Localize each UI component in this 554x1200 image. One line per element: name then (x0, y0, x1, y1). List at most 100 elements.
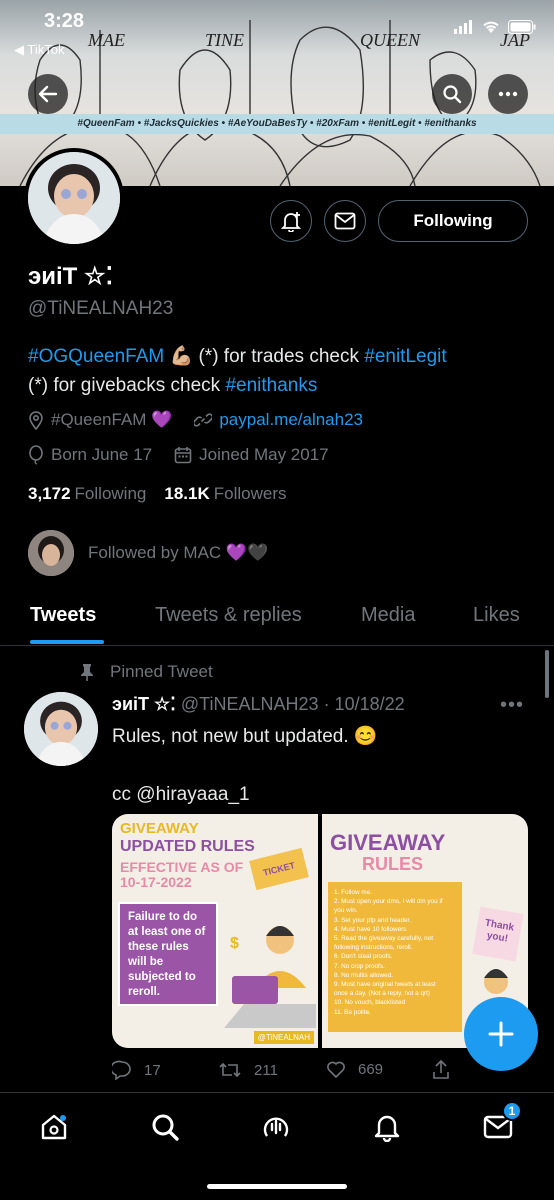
joined-date: Joined May 2017 (174, 445, 329, 465)
pin-icon (81, 664, 93, 681)
avatar-photo (28, 152, 120, 244)
bio-text-2: (*) for givebacks check (28, 375, 226, 396)
tweet-author-name[interactable]: эиiT ☆⁚ (112, 694, 176, 714)
search-button[interactable] (432, 74, 472, 114)
tweet-author-avatar[interactable] (24, 692, 98, 766)
reply-icon (112, 1060, 131, 1080)
scrollbar[interactable] (545, 650, 549, 698)
media-right-subtitle: RULES (362, 854, 424, 874)
retweet-action[interactable]: 211 (218, 1060, 278, 1080)
birthday-text: Born June 17 (51, 445, 153, 464)
search-icon (152, 1114, 179, 1141)
bell-icon (374, 1115, 400, 1142)
nav-notifications[interactable] (367, 1107, 407, 1147)
bio-hashtag-enithanks[interactable]: #enithanks (225, 375, 317, 396)
website[interactable]: paypal.me/alnah23 (194, 410, 363, 430)
search-icon (443, 85, 462, 104)
following-button[interactable]: Following (378, 200, 528, 242)
share-icon (433, 1060, 449, 1079)
plus-icon (488, 1021, 514, 1047)
nav-messages[interactable]: 1 (478, 1101, 522, 1147)
rule-item: 11. Be polite. (334, 1008, 371, 1016)
balloon-icon (29, 445, 43, 465)
rule-item: 2. Must open your dms, I will dm you if (334, 898, 443, 906)
like-action[interactable]: 669 (326, 1060, 383, 1078)
rule-item: 1. Follow me. (334, 889, 373, 896)
rule-item: 9. Must have original tweets at least (334, 981, 436, 989)
location-text: #QueenFAM 💜 (51, 410, 173, 429)
pinned-tweet-label: Pinned Tweet (80, 662, 213, 682)
display-name: эиiT ☆⁚ (28, 263, 114, 290)
thank-you-note: Thank you! (472, 906, 524, 962)
tab-tweets-replies[interactable]: Tweets & replies (155, 604, 302, 627)
profile-meta-row-2: Born June 17 Joined May 2017 (28, 445, 351, 465)
svg-text:$: $ (230, 935, 239, 952)
retweet-icon (219, 1062, 241, 1078)
location-pin-icon (29, 411, 43, 430)
website-link[interactable]: paypal.me/alnah23 (219, 410, 363, 430)
reply-action[interactable]: 17 (112, 1060, 161, 1080)
followed-by-text: Followed by MAC 💜🖤 (88, 543, 269, 562)
profile-tabs: Tweets Tweets & replies Media Likes (0, 590, 554, 646)
arrow-left-icon (38, 85, 58, 103)
profile-bio: #OGQueenFAM 💪🏼 (*) for trades check #eni… (28, 342, 538, 400)
back-button[interactable] (28, 74, 68, 114)
media-left-subtitle: UPDATED RULES (120, 838, 255, 855)
following-count-link[interactable]: 3,172 Following (28, 484, 146, 504)
bio-hashtag-enitlegit[interactable]: #enitLegit (364, 346, 446, 367)
back-to-tiktok-link[interactable]: ◀ TikTok (14, 42, 64, 58)
spaces-icon (263, 1117, 289, 1137)
nav-spaces[interactable] (256, 1107, 296, 1147)
nav-search[interactable] (145, 1107, 185, 1147)
banner-label-1: MAE (87, 30, 125, 50)
following-label: Following (74, 484, 147, 503)
signal-icon (454, 20, 472, 34)
rule-item: following instructions, reroll. (334, 944, 413, 952)
rule-item: 4. Must have 10 followers (334, 925, 407, 933)
message-button[interactable] (324, 200, 366, 242)
media-image-updated-rules[interactable]: GIVEAWAY UPDATED RULES EFFECTIVE AS OF 1… (112, 814, 318, 1048)
home-indicator[interactable] (207, 1184, 347, 1189)
nav-home[interactable] (34, 1107, 74, 1147)
envelope-icon (334, 212, 356, 230)
following-count: 3,172 (28, 484, 71, 503)
tweet-date[interactable]: · 10/18/22 (324, 694, 405, 714)
joined-text: Joined May 2017 (199, 445, 329, 464)
more-options-button[interactable] (488, 74, 528, 114)
profile-avatar[interactable] (24, 148, 124, 248)
tab-tweets[interactable]: Tweets (30, 604, 96, 627)
retweet-count: 211 (254, 1061, 278, 1079)
follow-counts: 3,172 Following 18.1K Followers (28, 484, 286, 504)
media-left-handle: @TiNEALNAH (253, 1031, 314, 1044)
media-left-effective: EFFECTIVE AS OF 10-17-2022 (120, 859, 244, 890)
share-action[interactable] (432, 1060, 450, 1080)
tweet-avatar-photo (24, 692, 98, 766)
bio-hashtag-ogqueenfam[interactable]: #OGQueenFAM (28, 346, 164, 367)
followers-label: Followers (213, 484, 287, 503)
link-icon (194, 413, 213, 427)
tweet-engagement-bar: 17 211 669 (112, 1060, 452, 1084)
birthday: Born June 17 (28, 445, 152, 465)
tweet-header: эиiT ☆⁚ @TiNEALNAH23 · 10/18/22 (112, 694, 405, 715)
ellipsis-icon (498, 91, 518, 97)
battery-icon (508, 20, 536, 34)
tweet-author-handle[interactable]: @TiNEALNAH23 (181, 694, 319, 714)
compose-tweet-button[interactable] (464, 997, 538, 1071)
tab-likes[interactable]: Likes (473, 604, 520, 627)
tab-media[interactable]: Media (361, 604, 415, 627)
messages-badge: 1 (502, 1101, 522, 1121)
profile-meta-row-1: #QueenFAM 💜 paypal.me/alnah23 (28, 410, 385, 430)
tweet-media[interactable]: GIVEAWAY UPDATED RULES EFFECTIVE AS OF 1… (112, 814, 528, 1048)
tweet-more-icon[interactable]: ••• (500, 694, 524, 717)
followed-by-row[interactable]: Followed by MAC 💜🖤 (28, 530, 268, 576)
followers-count-link[interactable]: 18.1K Followers (164, 484, 286, 504)
rule-item: 10. No vouch, blacklisted (334, 999, 406, 1007)
wifi-icon (483, 21, 499, 33)
location: #QueenFAM 💜 (28, 410, 172, 430)
banner-label-2: TINE (205, 30, 244, 50)
followers-count: 18.1K (164, 484, 210, 503)
notifications-subscribe-button[interactable] (270, 200, 312, 242)
reply-count: 17 (144, 1061, 161, 1079)
bell-plus-icon (280, 212, 302, 232)
pinned-text: Pinned Tweet (110, 662, 213, 681)
